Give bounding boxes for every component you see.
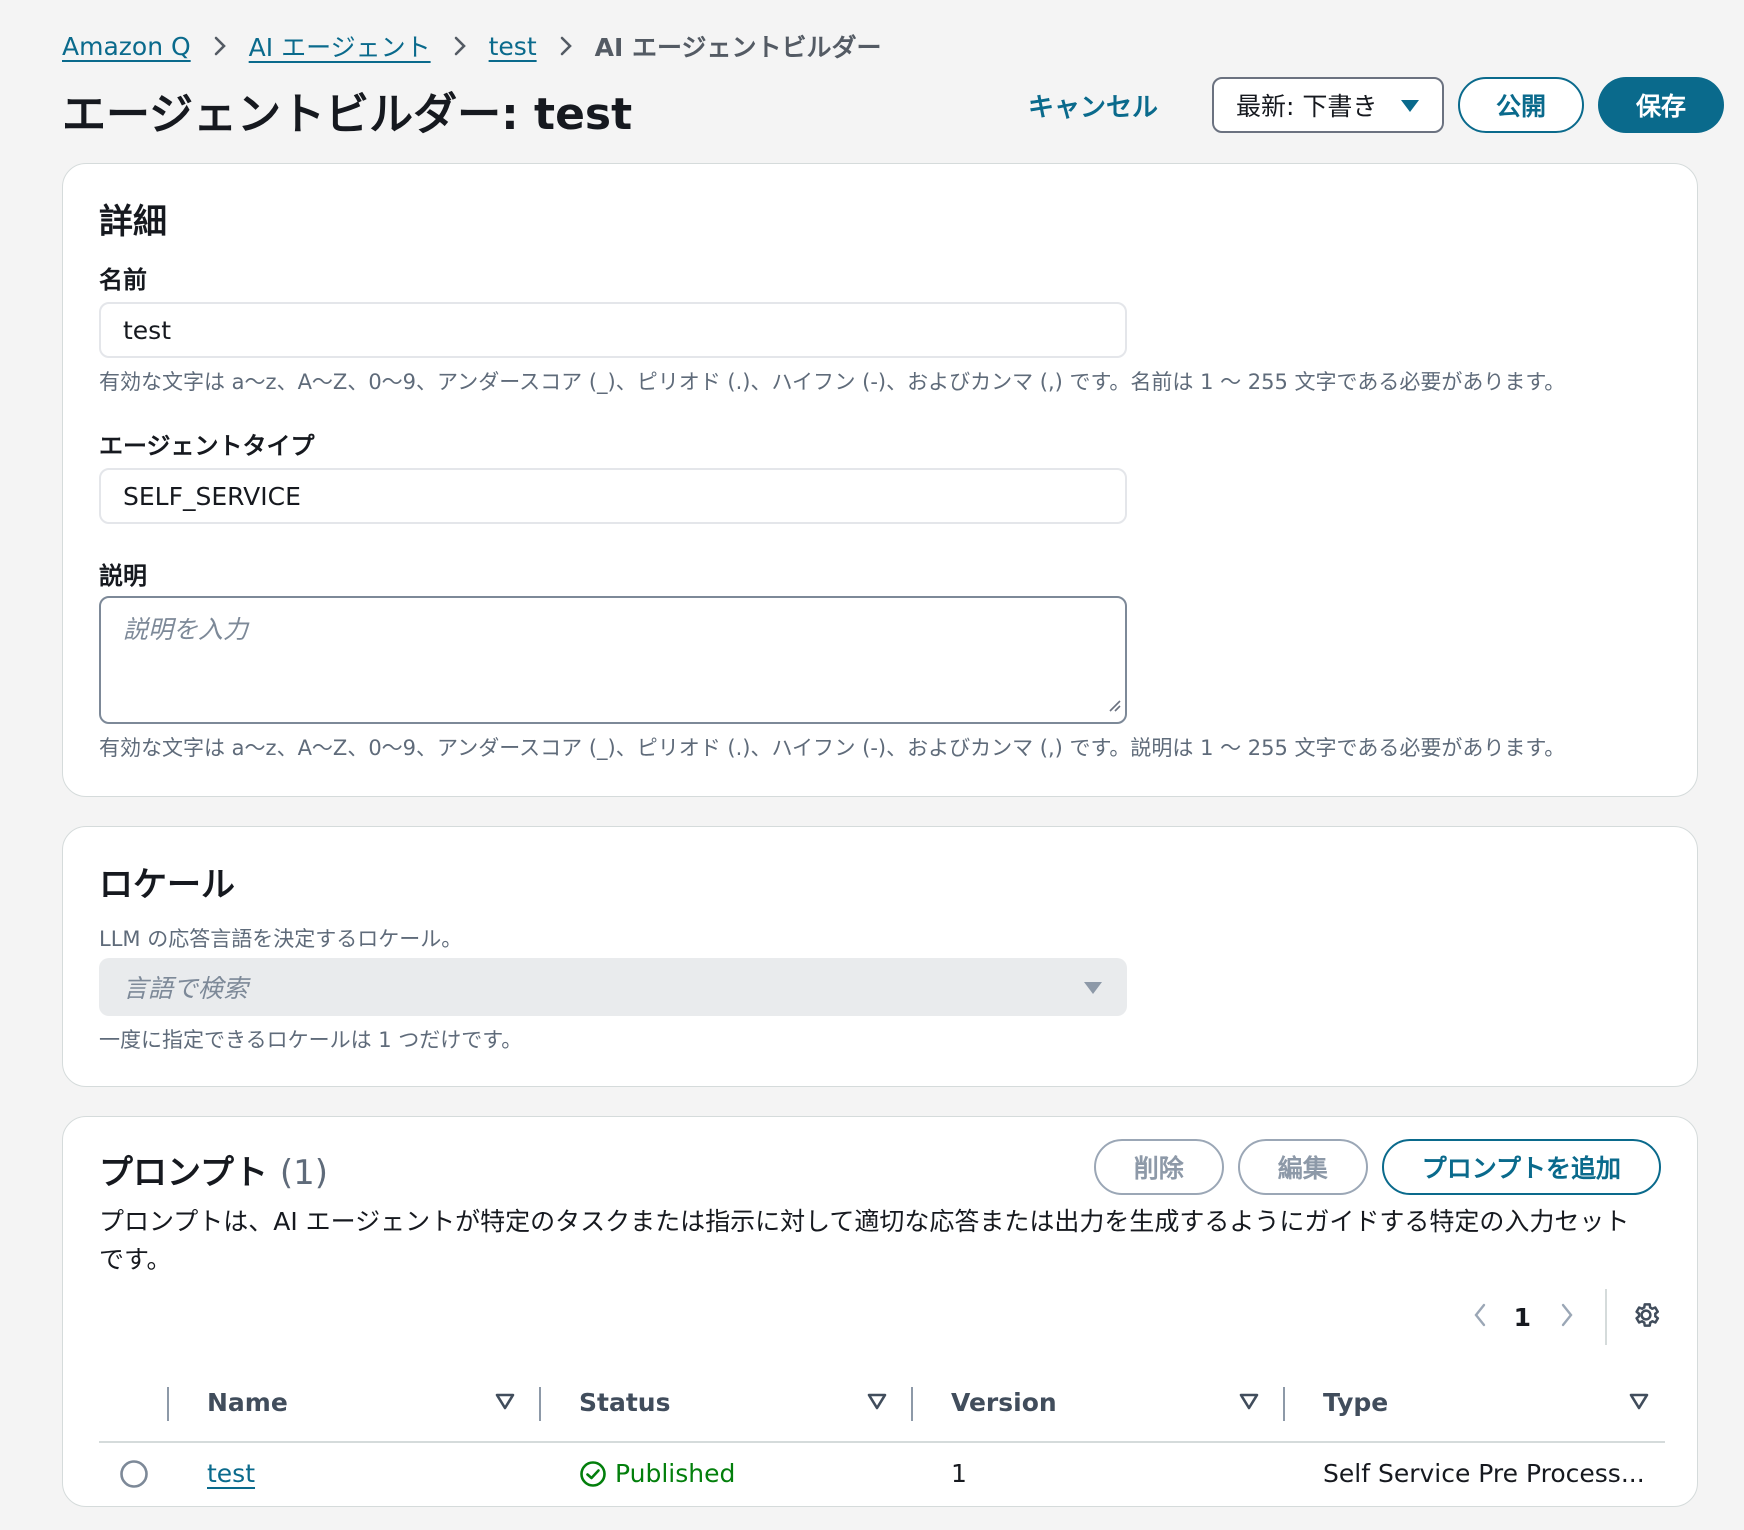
status-text: Published bbox=[615, 1459, 736, 1488]
caret-down-icon bbox=[1400, 91, 1420, 120]
column-divider bbox=[911, 1387, 913, 1421]
agent-type-input[interactable]: SELF_SERVICE bbox=[99, 468, 1127, 524]
locale-card: ロケール LLM の応答言語を決定するロケール。 言語で検索 一度に指定できるロ… bbox=[62, 826, 1698, 1087]
delete-button[interactable]: 削除 bbox=[1093, 1139, 1224, 1195]
locale-title: ロケール bbox=[99, 865, 235, 905]
locale-placeholder: 言語で検索 bbox=[123, 974, 249, 1003]
chevron-right-icon[interactable] bbox=[1559, 1302, 1575, 1332]
chevron-right-icon bbox=[559, 35, 573, 57]
page: Amazon Q AI エージェント test AI エージェントビルダー エー… bbox=[0, 0, 1744, 1530]
pagination: 1 bbox=[1472, 1289, 1661, 1345]
sort-icon[interactable] bbox=[495, 1393, 515, 1415]
agent-type-value: SELF_SERVICE bbox=[123, 481, 301, 511]
breadcrumb-test[interactable]: test bbox=[489, 32, 537, 61]
sort-icon[interactable] bbox=[867, 1393, 887, 1415]
description-textarea[interactable]: 説明を入力 bbox=[99, 596, 1127, 724]
prompts-table: Name Status Version Type test Published … bbox=[99, 1369, 1665, 1509]
edit-button[interactable]: 編集 bbox=[1237, 1139, 1368, 1195]
name-input[interactable]: test bbox=[99, 302, 1127, 358]
prompts-title: プロンプト (1) bbox=[99, 1145, 328, 1194]
page-title: エージェントビルダー: test bbox=[62, 89, 633, 140]
caret-down-icon bbox=[1083, 973, 1103, 1002]
table-header: Name Status Version Type bbox=[99, 1369, 1665, 1441]
agent-type-label: エージェントタイプ bbox=[99, 432, 315, 460]
prompts-description: プロンプトは、AI エージェントが特定のタスクまたは指示に対して適切な応答または… bbox=[99, 1203, 1629, 1279]
cancel-button[interactable]: キャンセル bbox=[1028, 87, 1158, 124]
radio-icon[interactable] bbox=[119, 1459, 149, 1493]
column-divider bbox=[167, 1387, 169, 1421]
description-hint: 有効な文字は a〜z、A〜Z、0〜9、アンダースコア (_)、ピリオド (.)、… bbox=[99, 736, 1566, 760]
column-divider bbox=[1283, 1387, 1285, 1421]
save-button[interactable]: 保存 bbox=[1597, 77, 1724, 133]
chevron-right-icon bbox=[213, 35, 227, 57]
breadcrumb-amazon-q[interactable]: Amazon Q bbox=[62, 32, 191, 61]
name-label: 名前 bbox=[99, 266, 147, 294]
sort-icon[interactable] bbox=[1629, 1393, 1649, 1415]
resize-grip-icon[interactable] bbox=[1105, 689, 1121, 718]
name-hint: 有効な文字は a〜z、A〜Z、0〜9、アンダースコア (_)、ピリオド (.)、… bbox=[99, 370, 1566, 394]
prompts-card: プロンプト (1) 削除 編集 プロンプトを追加 プロンプトは、AI エージェン… bbox=[62, 1116, 1698, 1507]
breadcrumb-ai-agents[interactable]: AI エージェント bbox=[249, 28, 431, 64]
prompts-title-text: プロンプト bbox=[99, 1153, 268, 1193]
type-cell: Self Service Pre Process... bbox=[1323, 1459, 1645, 1488]
publish-button[interactable]: 公開 bbox=[1457, 77, 1584, 133]
gear-icon[interactable] bbox=[1631, 1300, 1661, 1334]
pagination-divider bbox=[1605, 1289, 1607, 1345]
sort-icon[interactable] bbox=[1239, 1393, 1259, 1415]
chevron-right-icon bbox=[453, 35, 467, 57]
name-input-value: test bbox=[123, 315, 172, 345]
check-circle-icon bbox=[579, 1460, 607, 1488]
details-card: 詳細 名前 test 有効な文字は a〜z、A〜Z、0〜9、アンダースコア (_… bbox=[62, 163, 1698, 797]
description-label: 説明 bbox=[99, 562, 147, 590]
table-row[interactable]: test Published 1 Self Service Pre Proces… bbox=[99, 1443, 1665, 1509]
details-title: 詳細 bbox=[99, 202, 167, 242]
description-placeholder: 説明を入力 bbox=[123, 615, 249, 644]
column-divider bbox=[539, 1387, 541, 1421]
prompts-count: (1) bbox=[279, 1153, 328, 1193]
page-number[interactable]: 1 bbox=[1514, 1303, 1531, 1332]
prompts-description-line2: です。 bbox=[99, 1245, 172, 1274]
version-cell: 1 bbox=[951, 1459, 967, 1488]
add-prompt-button[interactable]: プロンプトを追加 bbox=[1381, 1139, 1661, 1195]
locale-description: LLM の応答言語を決定するロケール。 bbox=[99, 927, 463, 951]
breadcrumb-current: AI エージェントビルダー bbox=[594, 33, 882, 62]
chevron-left-icon[interactable] bbox=[1472, 1302, 1488, 1332]
prompt-name-link[interactable]: test bbox=[207, 1459, 255, 1488]
version-select-value: 最新: 下書き bbox=[1235, 92, 1378, 121]
locale-select[interactable]: 言語で検索 bbox=[99, 958, 1127, 1016]
version-select[interactable]: 最新: 下書き bbox=[1211, 77, 1444, 133]
status-badge: Published bbox=[579, 1459, 735, 1488]
header-actions: キャンセル 最新: 下書き 公開 保存 bbox=[1028, 77, 1724, 133]
prompts-actions: 削除 編集 プロンプトを追加 bbox=[1093, 1139, 1661, 1195]
breadcrumb: Amazon Q AI エージェント test AI エージェントビルダー bbox=[62, 28, 881, 64]
prompts-description-line1: プロンプトは、AI エージェントが特定のタスクまたは指示に対して適切な応答または… bbox=[99, 1207, 1630, 1236]
locale-hint: 一度に指定できるロケールは 1 つだけです。 bbox=[99, 1028, 523, 1052]
